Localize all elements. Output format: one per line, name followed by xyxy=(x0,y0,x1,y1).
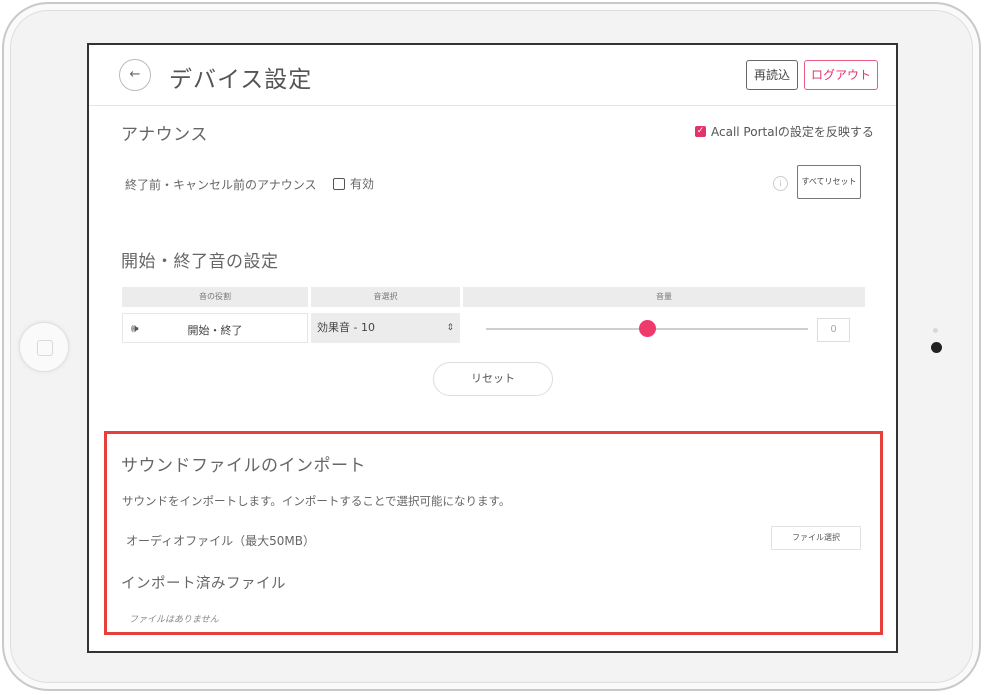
camera-icon xyxy=(931,342,942,353)
import-description: サウンドをインポートします。インポートすることで選択可能になります。 xyxy=(122,494,511,508)
checkbox-checked-icon: ✓ xyxy=(695,126,706,137)
reset-button[interactable]: リセット xyxy=(433,362,553,396)
checkbox-empty-icon xyxy=(333,177,345,190)
home-button[interactable] xyxy=(19,322,69,372)
reset-all-button[interactable]: すべてリセット xyxy=(797,165,861,199)
app-screen: ← デバイス設定 再読込 ログアウト アナウンス ✓ Acall Portalの… xyxy=(87,43,898,653)
back-arrow-icon: ← xyxy=(129,67,141,82)
reflect-portal-checkbox[interactable]: ✓ Acall Portalの設定を反映する xyxy=(695,123,874,140)
sound-settings-title: 開始・終了音の設定 xyxy=(121,252,279,272)
back-button[interactable]: ← xyxy=(119,59,151,91)
reload-button[interactable]: 再読込 xyxy=(746,60,798,90)
sound-select[interactable]: 効果音 - 10 ⇕ xyxy=(311,313,460,343)
announce-enable-checkbox[interactable]: 有効 xyxy=(333,175,374,192)
imported-files-title: インポート済みファイル xyxy=(121,576,286,592)
logout-button[interactable]: ログアウト xyxy=(804,60,878,90)
sound-role-label: 開始・終了 xyxy=(187,324,243,337)
sound-select-value: 効果音 - 10 xyxy=(317,321,375,334)
header-divider xyxy=(89,105,896,106)
column-header-role: 音の役割 xyxy=(122,287,308,307)
column-header-sound: 音選択 xyxy=(311,287,460,307)
volume-slider-handle[interactable] xyxy=(639,320,656,337)
audio-file-label: オーディオファイル（最大50MB） xyxy=(126,534,316,548)
announce-section-title: アナウンス xyxy=(121,125,208,145)
page-title: デバイス設定 xyxy=(169,67,313,93)
file-select-button[interactable]: ファイル選択 xyxy=(771,526,861,550)
announce-item-label: 終了前・キャンセル前のアナウンス xyxy=(125,178,317,192)
home-button-icon xyxy=(37,340,53,356)
volume-value[interactable]: 0 xyxy=(817,318,850,342)
select-arrows-icon: ⇕ xyxy=(446,323,454,333)
sound-role-cell: 🕪 開始・終了 xyxy=(122,313,308,343)
import-section-title: サウンドファイルのインポート xyxy=(121,456,366,476)
sensor-dot xyxy=(933,328,938,333)
info-icon[interactable]: i xyxy=(773,176,788,191)
announce-enable-label: 有効 xyxy=(350,177,375,191)
column-header-volume: 音量 xyxy=(463,287,865,307)
no-files-text: ファイルはありません xyxy=(129,615,219,625)
reflect-portal-label: Acall Portalの設定を反映する xyxy=(711,125,874,139)
